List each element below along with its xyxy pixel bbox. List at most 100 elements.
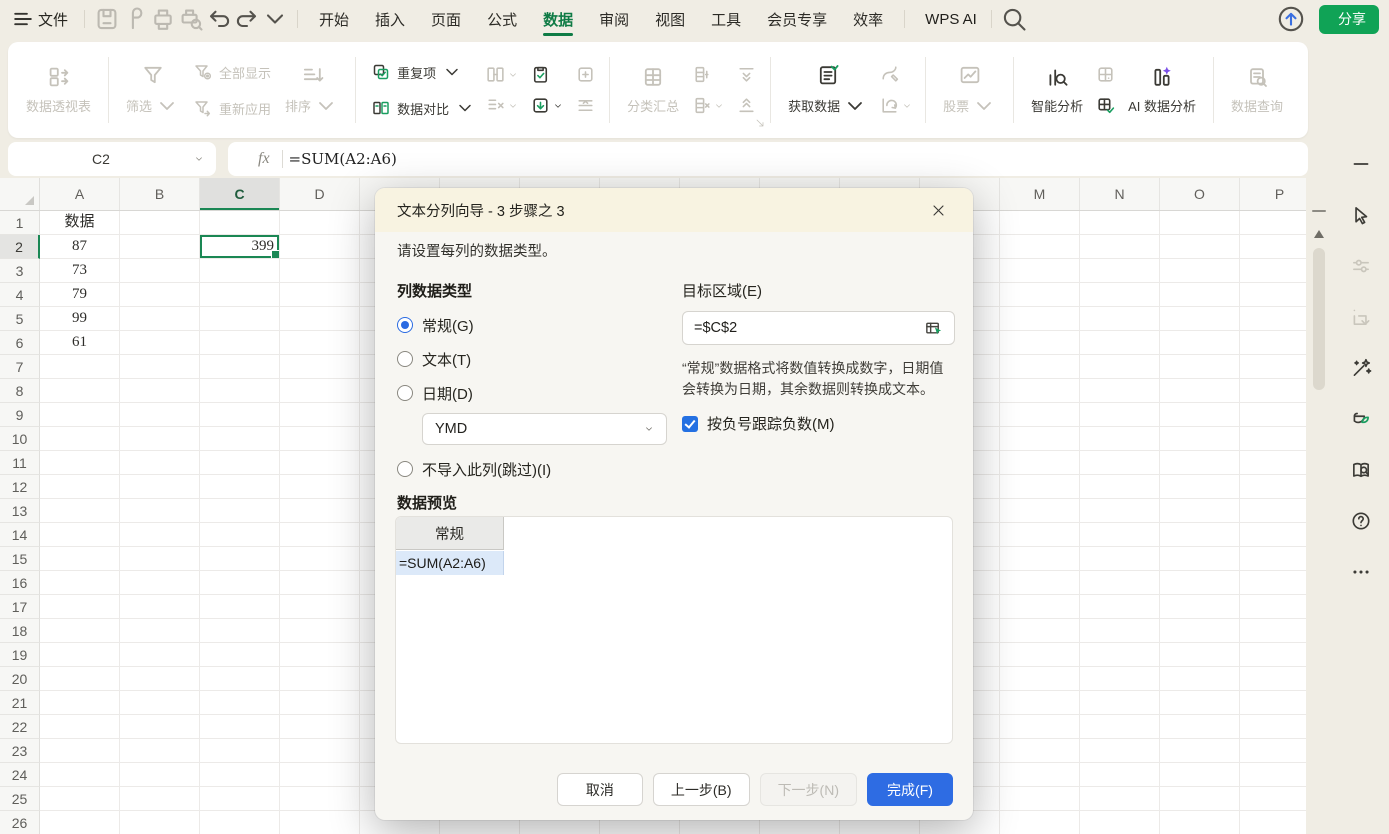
subtotal-button[interactable]: 分类汇总 [619, 48, 687, 132]
menu-tab-公式[interactable]: 公式 [474, 0, 530, 38]
cell-M16[interactable] [1000, 571, 1080, 595]
cell-N13[interactable] [1080, 499, 1160, 523]
cell-A4[interactable]: 79 [40, 283, 120, 307]
cell-N18[interactable] [1080, 619, 1160, 643]
cell-P13[interactable] [1240, 499, 1306, 523]
cell-M3[interactable] [1000, 259, 1080, 283]
cell-A1[interactable]: 数据 [40, 211, 120, 235]
redo-icon[interactable] [233, 6, 261, 32]
cell-C6[interactable] [200, 331, 280, 355]
cell-M7[interactable] [1000, 355, 1080, 379]
cell-D17[interactable] [280, 595, 360, 619]
cell-B4[interactable] [120, 283, 200, 307]
duplicates-button[interactable]: 重复项 [365, 56, 481, 88]
cell-C18[interactable] [200, 619, 280, 643]
save-icon[interactable] [93, 6, 121, 32]
cell-C14[interactable] [200, 523, 280, 547]
filter-button[interactable]: 筛选 [118, 48, 187, 132]
row-header-26[interactable]: 26 [0, 811, 40, 834]
cell-B21[interactable] [120, 691, 200, 715]
cell-A24[interactable] [40, 763, 120, 787]
cell-D14[interactable] [280, 523, 360, 547]
row-header-10[interactable]: 10 [0, 427, 40, 451]
grid-inspect-button[interactable] [1091, 62, 1120, 87]
row-header-19[interactable]: 19 [0, 643, 40, 667]
cell-A23[interactable] [40, 739, 120, 763]
cell-D8[interactable] [280, 379, 360, 403]
pivot-table-button[interactable]: 数据透视表 [18, 48, 99, 132]
cell-N1[interactable] [1080, 211, 1160, 235]
data-query-button[interactable]: 数据查询 [1223, 48, 1291, 132]
select-cursor-icon[interactable] [1349, 203, 1373, 227]
cell-C11[interactable] [200, 451, 280, 475]
row-header-23[interactable]: 23 [0, 739, 40, 763]
negative-checkbox[interactable] [682, 416, 698, 432]
stock-button[interactable]: 股票 [935, 48, 1004, 132]
cell-O8[interactable] [1160, 379, 1240, 403]
cell-P19[interactable] [1240, 643, 1306, 667]
negative-checkbox-row[interactable]: 按负号跟踪负数(M) [682, 413, 955, 434]
cell-P8[interactable] [1240, 379, 1306, 403]
cell-A17[interactable] [40, 595, 120, 619]
cell-O11[interactable] [1160, 451, 1240, 475]
radio-date-control[interactable] [397, 385, 413, 401]
cell-A19[interactable] [40, 643, 120, 667]
cell-O26[interactable] [1160, 811, 1240, 834]
row-header-7[interactable]: 7 [0, 355, 40, 379]
cell-P2[interactable] [1240, 235, 1306, 259]
cell-O7[interactable] [1160, 355, 1240, 379]
cell-C26[interactable] [200, 811, 280, 834]
cell-A15[interactable] [40, 547, 120, 571]
cell-D26[interactable] [280, 811, 360, 834]
cell-P10[interactable] [1240, 427, 1306, 451]
cell-P5[interactable] [1240, 307, 1306, 331]
cell-M26[interactable] [1000, 811, 1080, 834]
cell-O14[interactable] [1160, 523, 1240, 547]
ungroup-button[interactable] [687, 93, 728, 118]
remove-invalid-button[interactable] [481, 93, 522, 118]
cell-B22[interactable] [120, 715, 200, 739]
cell-D1[interactable] [280, 211, 360, 235]
cell-D12[interactable] [280, 475, 360, 499]
cell-P22[interactable] [1240, 715, 1306, 739]
file-menu[interactable]: 文件 [38, 9, 68, 30]
cell-B2[interactable] [120, 235, 200, 259]
column-header-A[interactable]: A [40, 178, 120, 210]
cell-C21[interactable] [200, 691, 280, 715]
cell-A7[interactable] [40, 355, 120, 379]
cell-P12[interactable] [1240, 475, 1306, 499]
cell-C24[interactable] [200, 763, 280, 787]
cell-N22[interactable] [1080, 715, 1160, 739]
cell-A26[interactable] [40, 811, 120, 834]
menu-tab-页面[interactable]: 页面 [418, 0, 474, 38]
cell-D23[interactable] [280, 739, 360, 763]
cell-C2[interactable]: 399 [200, 235, 280, 259]
finish-button[interactable]: 完成(F) [867, 773, 953, 806]
cell-A2[interactable]: 87 [40, 235, 120, 259]
cell-C8[interactable] [200, 379, 280, 403]
get-data-button[interactable]: 获取数据 [780, 48, 875, 132]
cell-D10[interactable] [280, 427, 360, 451]
cell-B15[interactable] [120, 547, 200, 571]
column-header-P[interactable]: P [1240, 178, 1306, 210]
cell-D11[interactable] [280, 451, 360, 475]
cell-B13[interactable] [120, 499, 200, 523]
cell-O16[interactable] [1160, 571, 1240, 595]
cell-C1[interactable] [200, 211, 280, 235]
cell-C19[interactable] [200, 643, 280, 667]
cell-D22[interactable] [280, 715, 360, 739]
cell-O3[interactable] [1160, 259, 1240, 283]
cell-P21[interactable] [1240, 691, 1306, 715]
column-header-D[interactable]: D [280, 178, 360, 210]
cell-O4[interactable] [1160, 283, 1240, 307]
edit-link-button[interactable] [875, 62, 916, 87]
cell-N14[interactable] [1080, 523, 1160, 547]
vertical-scrollbar[interactable] [1306, 178, 1332, 834]
dropdown-list-button[interactable] [526, 93, 567, 118]
cell-P26[interactable] [1240, 811, 1306, 834]
cancel-button[interactable]: 取消 [557, 773, 643, 806]
grid-verify-button[interactable] [1091, 93, 1120, 118]
cell-A20[interactable] [40, 667, 120, 691]
cell-M24[interactable] [1000, 763, 1080, 787]
cell-C4[interactable] [200, 283, 280, 307]
